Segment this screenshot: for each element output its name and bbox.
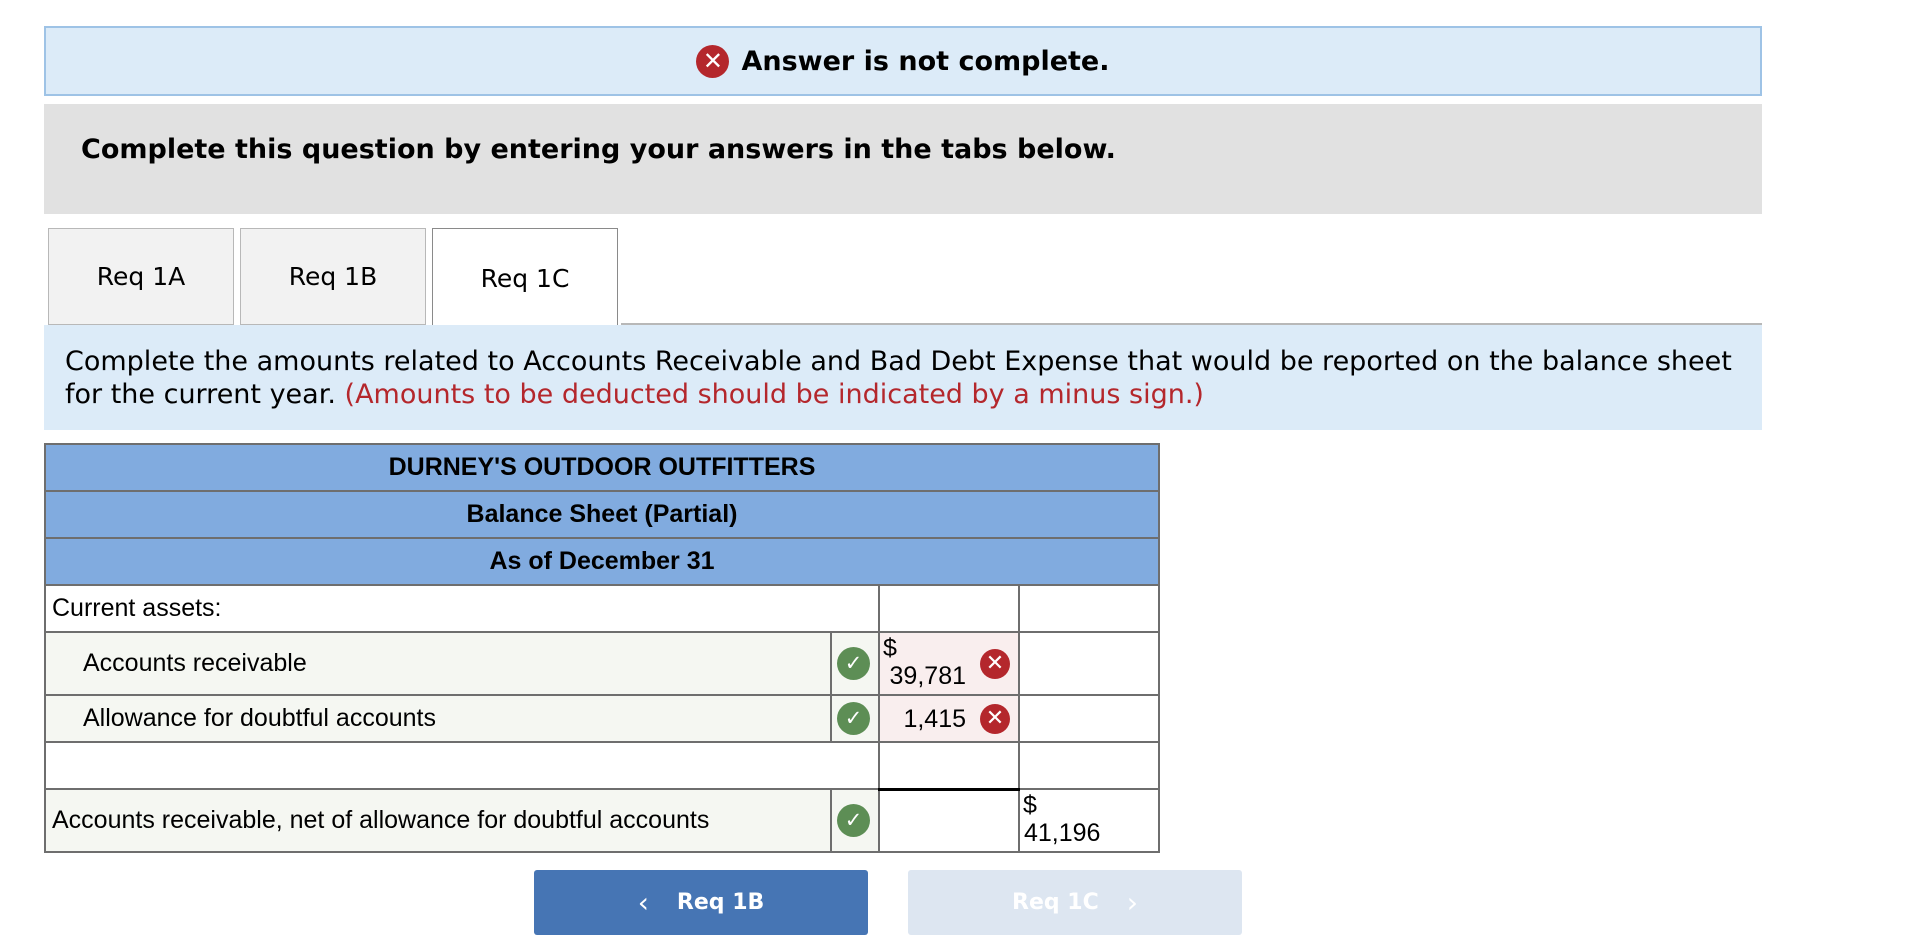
chevron-right-icon: › bbox=[1126, 886, 1138, 919]
row-label-allowance[interactable]: Allowance for doubtful accounts bbox=[44, 694, 832, 743]
status-text: Answer is not complete. bbox=[741, 45, 1110, 77]
balance-sheet-table: DURNEY'S OUTDOOR OUTFITTERS Balance Shee… bbox=[44, 443, 1160, 853]
currency-symbol: $ bbox=[883, 634, 897, 662]
status-banner: ✕ Answer is not complete. bbox=[44, 26, 1762, 96]
total-value: 41,196 bbox=[1024, 819, 1101, 847]
tab-req-1b[interactable]: Req 1B bbox=[240, 228, 426, 325]
total-cell-empty bbox=[1018, 584, 1160, 633]
tab-bar: Req 1A Req 1B Req 1C bbox=[48, 228, 624, 327]
section-label: Current assets: bbox=[44, 584, 880, 633]
x-circle-icon: ✕ bbox=[980, 648, 1010, 679]
amount-input-blank[interactable] bbox=[878, 741, 1020, 790]
row-label-net-receivable[interactable]: Accounts receivable, net of allowance fo… bbox=[44, 788, 832, 853]
amount-cell-empty bbox=[878, 584, 1020, 633]
prev-button-label: Req 1B bbox=[676, 890, 765, 915]
prev-button[interactable]: ‹ Req 1B bbox=[534, 870, 868, 935]
currency-symbol: $ bbox=[1023, 791, 1037, 819]
total-cell-empty bbox=[1018, 741, 1160, 790]
row-label-blank[interactable] bbox=[44, 741, 880, 790]
amount-input-accounts-receivable[interactable]: $ 39,781 ✕ bbox=[878, 631, 1020, 696]
total-input-net-receivable[interactable]: $ 41,196 bbox=[1018, 788, 1160, 853]
amount-value: 39,781 bbox=[889, 662, 966, 690]
x-circle-icon: ✕ bbox=[696, 44, 730, 78]
next-button-label: Req 1C bbox=[1012, 890, 1099, 915]
x-circle-icon: ✕ bbox=[980, 703, 1010, 734]
instruction-text: Complete this question by entering your … bbox=[81, 134, 1116, 165]
amount-value: 1,415 bbox=[903, 705, 966, 733]
label-status-cell: ✓ bbox=[830, 788, 880, 853]
question-note: (Amounts to be deducted should be indica… bbox=[344, 379, 1204, 410]
check-circle-icon: ✓ bbox=[837, 647, 870, 680]
next-button[interactable]: Req 1C › bbox=[908, 870, 1242, 935]
total-cell-empty bbox=[1018, 631, 1160, 696]
check-circle-icon: ✓ bbox=[837, 804, 870, 837]
amount-cell-empty bbox=[878, 787, 1020, 853]
instruction-bar: Complete this question by entering your … bbox=[44, 104, 1762, 214]
label-status-cell: ✓ bbox=[830, 631, 880, 696]
tab-req-1c[interactable]: Req 1C bbox=[432, 228, 618, 327]
check-circle-icon: ✓ bbox=[837, 702, 870, 735]
label-status-cell: ✓ bbox=[830, 694, 880, 743]
statement-title: Balance Sheet (Partial) bbox=[44, 490, 1160, 539]
company-name: DURNEY'S OUTDOOR OUTFITTERS bbox=[44, 443, 1160, 492]
question-prompt: Complete the amounts related to Accounts… bbox=[44, 325, 1762, 430]
tab-req-1a[interactable]: Req 1A bbox=[48, 228, 234, 325]
total-cell-empty bbox=[1018, 694, 1160, 743]
chevron-left-icon: ‹ bbox=[637, 886, 649, 919]
amount-input-allowance[interactable]: 1,415 ✕ bbox=[878, 694, 1020, 743]
row-label-accounts-receivable[interactable]: Accounts receivable bbox=[44, 631, 832, 696]
statement-date: As of December 31 bbox=[44, 537, 1160, 586]
